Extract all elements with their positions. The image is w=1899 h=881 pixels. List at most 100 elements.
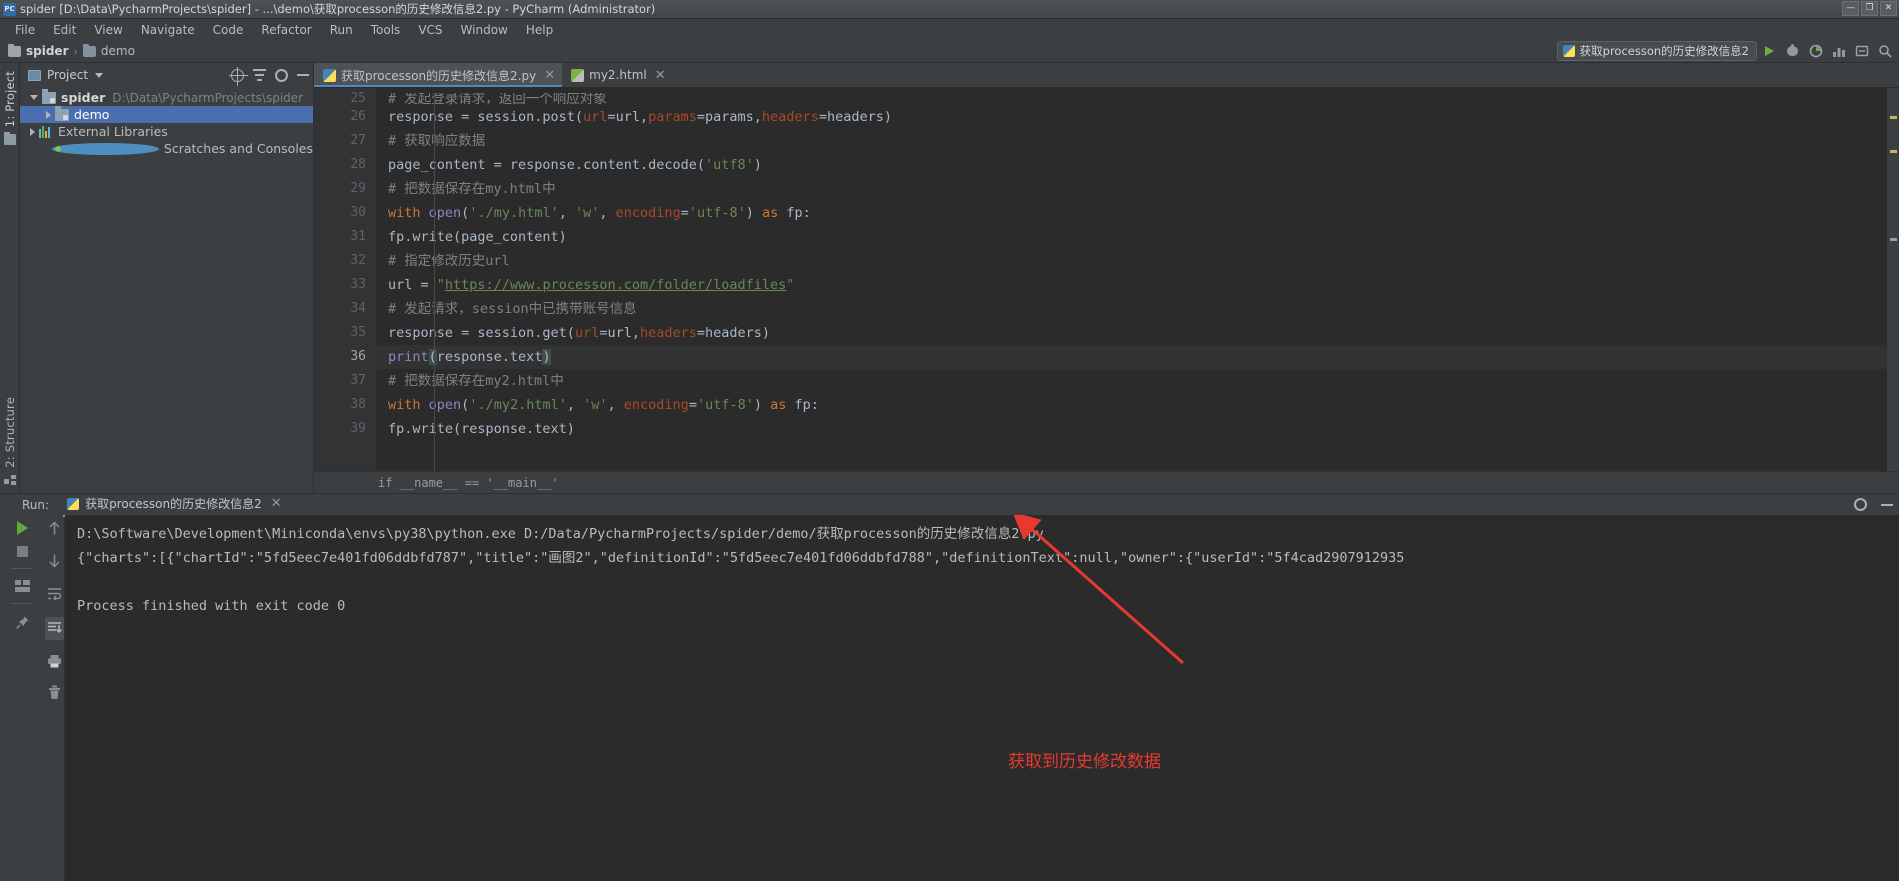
code-token: =url, (607, 109, 649, 125)
warning-marker (1890, 116, 1897, 119)
console-output[interactable]: D:\Software\Development\Miniconda\envs\p… (65, 515, 1899, 881)
breadcrumb-demo[interactable]: demo (82, 43, 135, 58)
code-token: ) (542, 349, 551, 365)
layout-icon[interactable] (14, 580, 30, 592)
sidebar-tab-structure[interactable]: 2: Structure (3, 393, 17, 472)
hide-icon[interactable] (1881, 503, 1893, 506)
menu-file[interactable]: File (6, 22, 44, 38)
tree-item-spider[interactable]: spider D:\Data\PycharmProjects\spider (20, 89, 313, 106)
line-number[interactable]: 28 (314, 153, 376, 177)
attach-button[interactable] (1851, 41, 1872, 61)
chevron-right-icon[interactable] (46, 110, 51, 119)
chevron-down-icon[interactable] (30, 95, 38, 100)
chevron-down-icon[interactable] (95, 72, 104, 78)
run-tab[interactable]: 获取processon的历史修改信息2 ✕ (63, 495, 282, 517)
python-icon (1562, 45, 1575, 57)
collapse-all-icon[interactable] (253, 69, 266, 81)
code-line[interactable]: response = session.post(url=url,params=p… (376, 105, 1887, 129)
code-line[interactable]: with open('./my.html', 'w', encoding='ut… (376, 201, 1887, 225)
sidebar-tab-project[interactable]: 1: Project (3, 67, 17, 131)
code-token: , (558, 205, 575, 221)
run-button[interactable] (1759, 41, 1780, 61)
code-line[interactable]: fp.write(response.text) (376, 417, 1887, 441)
code-line[interactable]: # 把数据保存在my.html中 (376, 177, 1887, 201)
code-token: page_content = response.content.decode( (388, 157, 705, 173)
line-number[interactable]: 31 (314, 225, 376, 249)
editor-scrollbar[interactable] (1887, 88, 1899, 471)
scroll-up-icon[interactable] (48, 521, 61, 540)
stop-icon[interactable] (16, 546, 28, 557)
code-line[interactable]: # 发起请求，session中已携带账号信息 (376, 297, 1887, 321)
pin-icon[interactable] (15, 615, 30, 634)
line-number[interactable]: 34 (314, 297, 376, 321)
clear-all-icon[interactable] (48, 685, 61, 704)
line-number[interactable]: 35 (314, 321, 376, 345)
code-line[interactable]: with open('./my2.html', 'w', encoding='u… (376, 393, 1887, 417)
line-number[interactable]: 26 (314, 105, 376, 129)
debug-button[interactable] (1782, 41, 1803, 61)
close-icon[interactable]: ✕ (271, 497, 282, 510)
maximize-button[interactable]: ❐ (1861, 1, 1878, 16)
main-body: 1: Project 2: Structure Project spider D… (0, 63, 1899, 493)
menu-view[interactable]: View (85, 22, 131, 38)
code-content[interactable]: # 发起登录请求，返回一个响应对象 response = session.pos… (376, 88, 1887, 471)
line-number[interactable]: 33 (314, 273, 376, 297)
line-number[interactable]: 29 (314, 177, 376, 201)
code-line[interactable]: url = "https://www.processon.com/folder/… (376, 273, 1887, 297)
print-icon[interactable] (47, 653, 62, 672)
coverage-button[interactable] (1805, 41, 1826, 61)
tab-html-file[interactable]: my2.html ✕ (562, 63, 673, 87)
code-token: 'w' (574, 205, 600, 221)
code-token: , (607, 397, 624, 413)
menu-tools[interactable]: Tools (362, 22, 410, 38)
menu-refactor[interactable]: Refactor (252, 22, 320, 38)
line-number[interactable]: 32 (314, 249, 376, 273)
code-token: encoding (615, 205, 681, 221)
line-number[interactable]: 36 (314, 345, 376, 369)
code-token: # 指定修改历史url (388, 253, 510, 269)
tree-item-external-libraries[interactable]: External Libraries (20, 123, 313, 140)
line-number[interactable]: 30 (314, 201, 376, 225)
code-line[interactable]: # 指定修改历史url (376, 249, 1887, 273)
code-token: " (436, 277, 445, 293)
run-configuration-selector[interactable]: 获取processon的历史修改信息2 (1556, 41, 1757, 61)
chevron-right-icon[interactable] (30, 127, 35, 136)
code-line[interactable]: # 把数据保存在my2.html中 (376, 369, 1887, 393)
code-editor[interactable]: 25 26 27 28 29 30 31 32 33 34 35 36 37 38 39 # 发起登录请求，… (314, 88, 1899, 471)
menu-code[interactable]: Code (204, 22, 253, 38)
menu-run[interactable]: Run (321, 22, 362, 38)
line-number[interactable]: 38 (314, 393, 376, 417)
profile-button[interactable] (1828, 41, 1849, 61)
line-number[interactable]: 37 (314, 369, 376, 393)
scroll-to-end-icon[interactable] (44, 617, 64, 640)
tree-item-scratches-and-consoles[interactable]: Scratches and Consoles (20, 140, 313, 157)
close-icon[interactable]: ✕ (655, 69, 666, 82)
close-button[interactable]: ✕ (1880, 1, 1897, 16)
code-line[interactable]: response = session.get(url=url,headers=h… (376, 321, 1887, 345)
hide-icon[interactable] (297, 74, 309, 76)
gear-icon[interactable] (1854, 498, 1867, 511)
code-line[interactable]: page_content = response.content.decode('… (376, 153, 1887, 177)
code-line[interactable]: print(response.text) (376, 345, 1887, 369)
soft-wrap-icon[interactable] (47, 585, 62, 604)
menu-navigate[interactable]: Navigate (132, 22, 204, 38)
locate-icon[interactable] (229, 66, 248, 86)
scroll-down-icon[interactable] (48, 553, 61, 572)
rerun-icon[interactable] (16, 521, 28, 535)
breadcrumb-spider[interactable]: spider (8, 43, 69, 58)
tree-item-demo[interactable]: demo (20, 106, 313, 123)
close-icon[interactable]: ✕ (544, 69, 555, 82)
line-number[interactable]: 27 (314, 129, 376, 153)
line-number[interactable]: 39 (314, 417, 385, 441)
code-line[interactable]: # 获取响应数据 (376, 129, 1887, 153)
menu-window[interactable]: Window (452, 22, 517, 38)
gear-icon[interactable] (275, 68, 288, 82)
menu-help[interactable]: Help (517, 22, 562, 38)
menu-edit[interactable]: Edit (44, 22, 85, 38)
search-icon[interactable] (1874, 41, 1895, 61)
code-line[interactable]: fp.write(page_content) (376, 225, 1887, 249)
code-token: =url, (599, 325, 640, 341)
menu-vcs[interactable]: VCS (409, 22, 451, 38)
minimize-button[interactable]: — (1842, 1, 1859, 16)
tab-python-file[interactable]: 获取processon的历史修改信息2.py ✕ (314, 63, 563, 87)
